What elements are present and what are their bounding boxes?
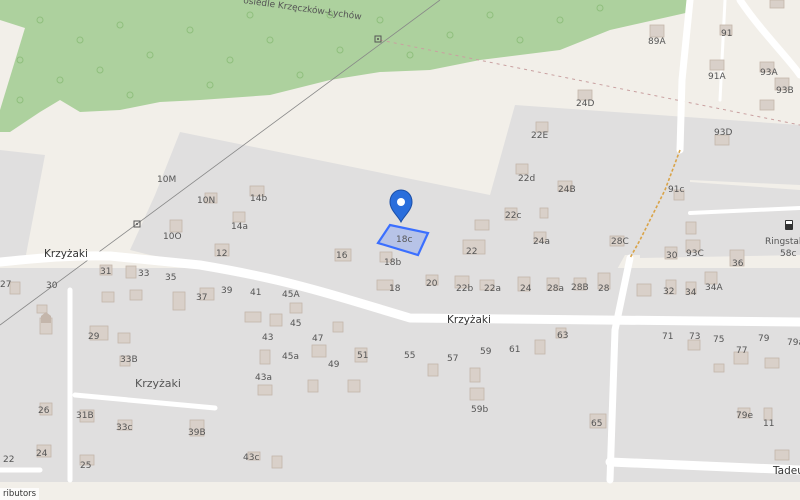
house-number: 32	[663, 287, 674, 297]
place-label-krzyzaki: Krzyżaki	[135, 377, 181, 390]
house-number: 51	[357, 351, 368, 361]
house-number: 37	[196, 293, 207, 303]
house-number: 10M	[157, 175, 176, 185]
house-number: 22	[3, 455, 14, 465]
house-number: 93D	[714, 128, 732, 138]
street-label-krzyzaki-main: Krzyżaki	[447, 314, 491, 326]
house-number: 43	[262, 333, 273, 343]
house-number: 39B	[188, 428, 206, 438]
house-number: 14b	[250, 194, 267, 204]
house-number: 16	[336, 251, 348, 261]
house-number: 63	[557, 331, 568, 341]
house-number: 28C	[611, 237, 629, 247]
house-number: 45a	[282, 352, 299, 362]
house-number: 25	[80, 461, 91, 471]
map-canvas[interactable]: Krzyżaki Krzyżaki Krzyżaki osiedle Krzęc…	[0, 0, 800, 500]
house-number: 89A	[648, 37, 666, 47]
house-number: 34	[685, 288, 697, 298]
house-number: 45	[290, 319, 301, 329]
house-number: 18b	[384, 258, 401, 268]
house-number: 22	[466, 247, 477, 257]
house-number: 31	[100, 267, 111, 277]
house-number: 30	[46, 281, 58, 291]
house-number: 65	[591, 419, 602, 429]
house-number: 18	[389, 284, 401, 294]
house-number: 75	[713, 335, 724, 345]
bus-stop-icon	[785, 220, 793, 230]
house-number: 59	[480, 347, 492, 357]
house-number: 79e	[736, 411, 753, 421]
marker-label: 18c	[396, 235, 412, 245]
house-number: 31B	[76, 411, 94, 421]
house-number: 49	[328, 360, 340, 370]
street-label-ringstal: Ringstal	[765, 237, 800, 247]
house-number: 45A	[282, 290, 300, 300]
house-number: 12	[216, 249, 227, 259]
house-number: 33c	[116, 423, 132, 433]
house-number: 71	[662, 332, 673, 342]
house-number: 28	[598, 284, 610, 294]
house-number: 11	[763, 419, 774, 429]
house-number: 20	[426, 279, 438, 289]
house-number: 22a	[484, 284, 501, 294]
house-number: 43a	[255, 373, 272, 383]
house-number: 14a	[231, 222, 248, 232]
house-number: 22c	[505, 211, 521, 221]
street-label-tadeusza: Tadeu	[772, 465, 800, 477]
house-number: 22b	[456, 284, 473, 294]
house-number: 10N	[197, 196, 215, 206]
house-number: 39	[221, 286, 233, 296]
house-number: 93C	[686, 249, 704, 259]
street-label-krzyzaki-west: Krzyżaki	[44, 248, 88, 260]
street-label-ringstal-number: 58c	[780, 249, 796, 259]
house-number: 24a	[533, 237, 550, 247]
map-attribution[interactable]: ributors	[0, 488, 40, 500]
house-number: 26	[38, 406, 50, 416]
house-number: 57	[447, 354, 458, 364]
house-number: 28a	[547, 284, 564, 294]
house-number: 22d	[518, 174, 535, 184]
house-number: 79a	[787, 338, 800, 348]
house-number: 36	[732, 259, 744, 269]
house-number: 91	[721, 29, 732, 39]
road-north-mid	[718, 0, 727, 102]
house-number: 77	[736, 346, 747, 356]
house-number: 79	[758, 334, 770, 344]
house-number: 41	[250, 288, 261, 298]
house-number: 47	[312, 334, 323, 344]
house-number: 30	[666, 251, 678, 261]
house-number: 22E	[531, 131, 548, 141]
house-number: 34A	[705, 283, 723, 293]
house-number: 73	[689, 332, 700, 342]
house-number: 33	[138, 269, 149, 279]
house-number: 43c	[243, 453, 259, 463]
house-number: 35	[165, 273, 176, 283]
house-number: 59b	[471, 405, 488, 415]
house-number: 24	[36, 449, 48, 459]
house-number: 24B	[558, 185, 576, 195]
house-number: 93A	[760, 68, 778, 78]
house-number: 61	[509, 345, 520, 355]
house-number: 93B	[776, 86, 794, 96]
house-number: 55	[404, 351, 415, 361]
house-number: 24	[520, 284, 532, 294]
house-number: 10O	[163, 232, 182, 242]
house-number: 29	[88, 332, 100, 342]
house-number: 91A	[708, 72, 726, 82]
house-number: 28B	[571, 283, 589, 293]
house-number: 27	[0, 280, 11, 290]
house-number: 24D	[576, 99, 594, 109]
house-number: 91c	[668, 185, 684, 195]
house-number: 33B	[120, 355, 138, 365]
